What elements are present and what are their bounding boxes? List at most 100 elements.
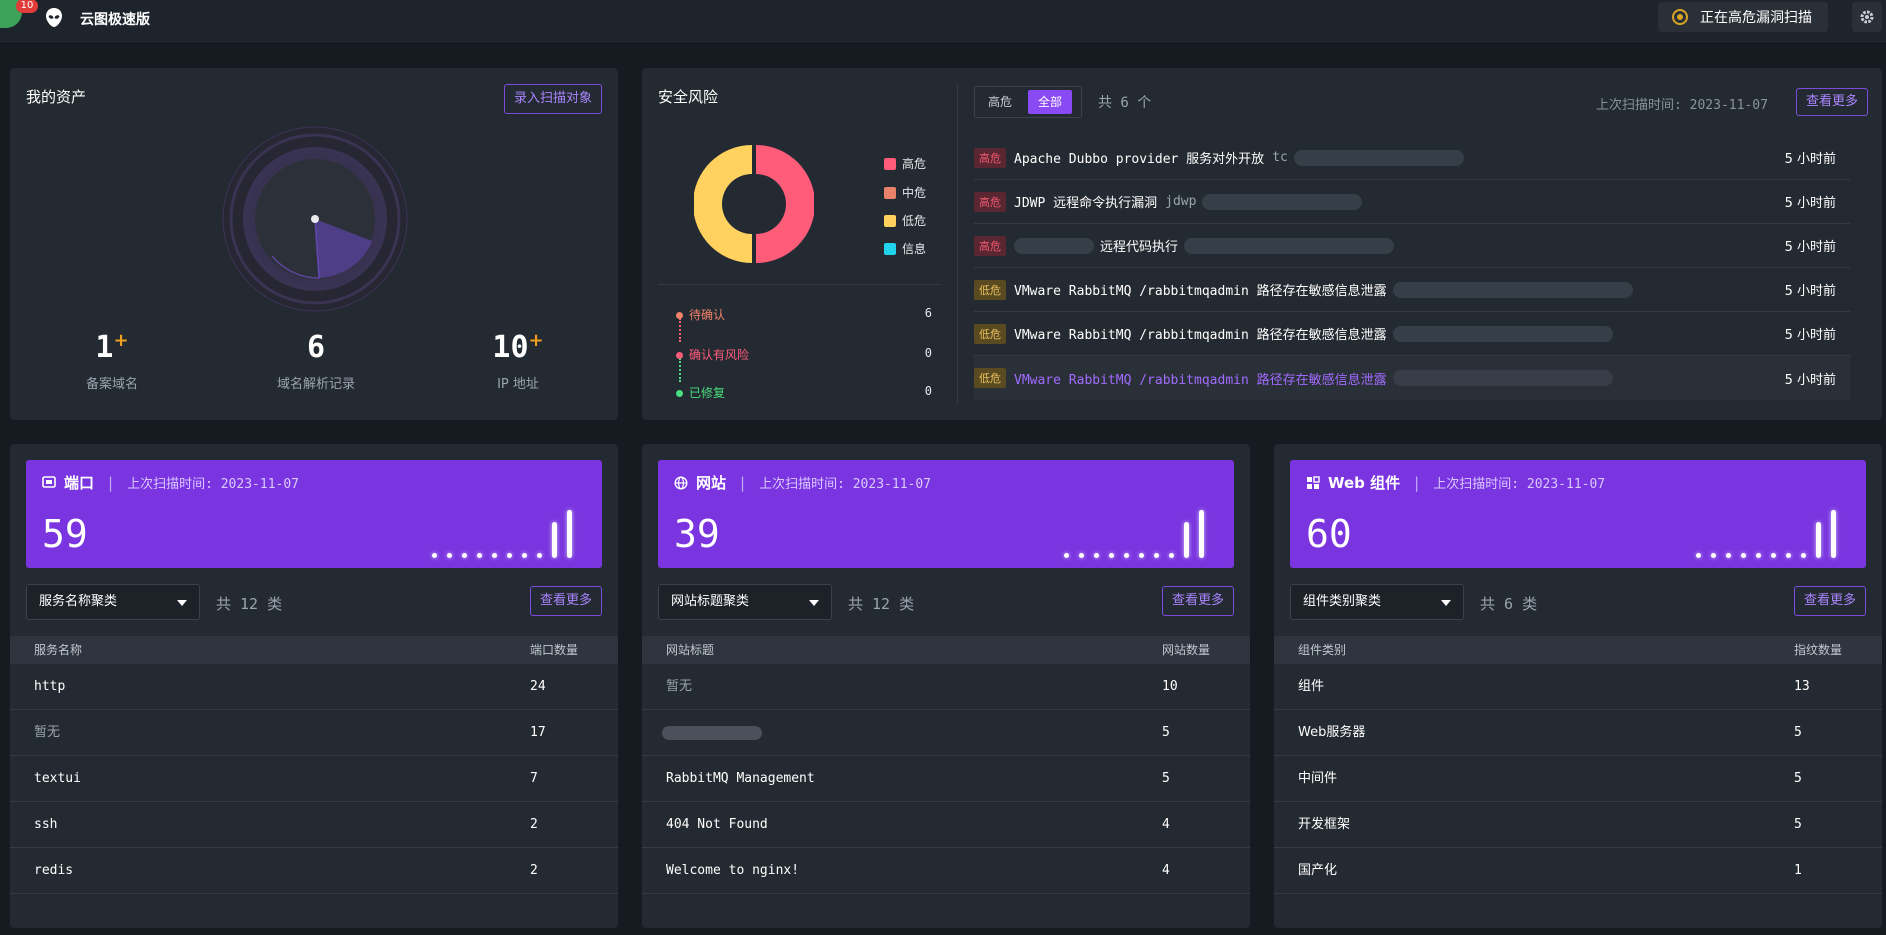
- port-more-button[interactable]: 查看更多: [530, 586, 602, 616]
- timeline-value: 0: [924, 384, 932, 398]
- table-row[interactable]: 5: [642, 710, 1250, 756]
- grid-icon: [1307, 475, 1320, 489]
- risk-level-tag: 低危: [974, 279, 1006, 300]
- risk-title: VMware RabbitMQ /rabbitmqadmin 路径存在敏感信息泄…: [1014, 328, 1387, 343]
- cell-name: Welcome to nginx!: [666, 863, 800, 878]
- scan-status-icon: [1672, 9, 1688, 25]
- cell-count: 5: [1794, 725, 1802, 740]
- table-row[interactable]: 中间件 5: [1274, 756, 1882, 802]
- table-row[interactable]: RabbitMQ Management 5: [642, 756, 1250, 802]
- component-group-select[interactable]: 组件类别聚类: [1290, 584, 1464, 620]
- trend-bar: [1726, 553, 1731, 558]
- table-row[interactable]: http 24: [10, 664, 618, 710]
- notification-badge[interactable]: 10: [16, 0, 38, 13]
- stat-filed-domains[interactable]: 1+ 备案域名: [32, 330, 192, 392]
- risk-row[interactable]: 高危 Apache Dubbo provider 服务对外开放 tc 5 小时前: [974, 136, 1850, 180]
- component-more-button[interactable]: 查看更多: [1794, 586, 1866, 616]
- trend-bar: [1184, 522, 1189, 558]
- timeline-item-pending[interactable]: 待确认 6: [676, 306, 932, 323]
- select-value: 网站标题聚类: [671, 594, 750, 609]
- trend-bar: [1696, 553, 1701, 558]
- risk-target: tc: [1272, 150, 1288, 165]
- column-header: 指纹数量: [1794, 643, 1843, 657]
- cell-name: textui: [34, 771, 81, 786]
- legend-item: 信息: [884, 240, 926, 257]
- website-table-header: 网站标题 网站数量: [642, 636, 1250, 664]
- add-scan-target-button[interactable]: 录入扫描对象: [504, 84, 602, 114]
- website-summary[interactable]: 网站 | 上次扫描时间: 2023-11-07 39: [658, 460, 1234, 568]
- risk-row[interactable]: 低危 VMware RabbitMQ /rabbitmqadmin 路径存在敏感…: [974, 356, 1850, 400]
- timeline-item-fixed[interactable]: 已修复 0: [676, 384, 932, 401]
- table-row[interactable]: 国产化 1: [1274, 848, 1882, 894]
- table-row[interactable]: 组件 13: [1274, 664, 1882, 710]
- redacted-target: [1392, 325, 1613, 342]
- table-row[interactable]: 404 Not Found 4: [642, 802, 1250, 848]
- table-row[interactable]: Web服务器 5: [1274, 710, 1882, 756]
- table-row[interactable]: textui 7: [10, 756, 618, 802]
- website-group-select[interactable]: 网站标题聚类: [658, 584, 832, 620]
- stat-value: 6: [306, 330, 326, 365]
- trend-sparkline: [1064, 510, 1204, 558]
- trend-bar: [1139, 553, 1144, 558]
- scan-status-button[interactable]: 正在高危漏洞扫描: [1658, 2, 1828, 32]
- web-component-summary[interactable]: Web 组件 | 上次扫描时间: 2023-11-07 60: [1290, 460, 1866, 568]
- tab-high[interactable]: 高危: [978, 90, 1022, 114]
- chevron-down-icon: [1441, 600, 1451, 606]
- risk-row[interactable]: 低危 VMware RabbitMQ /rabbitmqadmin 路径存在敏感…: [974, 312, 1850, 356]
- risk-row[interactable]: 高危 远程代码执行 5 小时前: [974, 224, 1850, 268]
- table-row[interactable]: 暂无 17: [10, 710, 618, 756]
- risk-row[interactable]: 低危 VMware RabbitMQ /rabbitmqadmin 路径存在敏感…: [974, 268, 1850, 312]
- port-summary[interactable]: 端口 | 上次扫描时间: 2023-11-07 59: [26, 460, 602, 568]
- settings-button[interactable]: [1852, 2, 1882, 32]
- cell-count: 5: [1794, 771, 1802, 786]
- cell-count: 4: [1162, 863, 1170, 878]
- component-table-header: 组件类别 指纹数量: [1274, 636, 1882, 664]
- column-header: 端口数量: [530, 643, 579, 657]
- gear-icon: [1860, 10, 1874, 24]
- trend-bar: [1756, 553, 1761, 558]
- risk-donut-chart: [694, 145, 814, 263]
- trend-bar: [537, 553, 542, 558]
- risk-level-tag: 低危: [974, 323, 1006, 344]
- timeline-dot: [676, 312, 683, 319]
- trend-bar: [432, 553, 437, 558]
- risk-row[interactable]: 高危 JDWP 远程命令执行漏洞 jdwp 5 小时前: [974, 180, 1850, 224]
- title-separator: |: [1414, 473, 1420, 492]
- table-row[interactable]: 暂无 10: [642, 664, 1250, 710]
- alien-logo-icon: [46, 8, 62, 27]
- tab-all[interactable]: 全部: [1028, 90, 1073, 114]
- globe-icon: [674, 475, 688, 490]
- trend-bar: [477, 553, 482, 558]
- legend-swatch: [884, 242, 896, 255]
- risk-title-link[interactable]: VMware RabbitMQ /rabbitmqadmin 路径存在敏感信息泄…: [1014, 369, 1387, 388]
- risk-more-button[interactable]: 查看更多: [1796, 88, 1868, 116]
- timeline-item-confirmed[interactable]: 确认有风险 0: [676, 346, 932, 363]
- website-more-button[interactable]: 查看更多: [1162, 586, 1234, 616]
- trend-bar: [1741, 553, 1746, 558]
- table-row[interactable]: 开发框架 5: [1274, 802, 1882, 848]
- trend-bar: [1816, 522, 1821, 558]
- risk-title: Apache Dubbo provider 服务对外开放: [1014, 152, 1265, 167]
- cell-count: 5: [1162, 771, 1170, 786]
- table-row[interactable]: ssh 2: [10, 802, 618, 848]
- stat-ip-addresses[interactable]: 10+ IP 地址: [438, 330, 598, 392]
- cell-count: 1: [1794, 863, 1802, 878]
- cell-name: 暂无: [34, 725, 61, 740]
- component-total: 共 6 类: [1480, 595, 1538, 613]
- trend-bar: [1169, 553, 1174, 558]
- table-row[interactable]: redis 2: [10, 848, 618, 894]
- cell-count: 2: [530, 817, 538, 832]
- cell-count: 13: [1794, 679, 1810, 694]
- legend-label: 高危: [902, 157, 927, 171]
- risk-total: 共 6 个: [1098, 95, 1152, 111]
- table-row[interactable]: Welcome to nginx! 4: [642, 848, 1250, 894]
- title-separator: |: [740, 473, 746, 492]
- trend-bar: [462, 553, 467, 558]
- stat-label: IP 地址: [497, 377, 539, 392]
- timeline-label: 确认有风险: [689, 348, 750, 362]
- cell-count: 5: [1162, 725, 1170, 740]
- stat-dns-records[interactable]: 6 域名解析记录: [236, 330, 396, 392]
- legend-swatch: [884, 214, 896, 227]
- column-header: 网站标题: [666, 643, 715, 657]
- port-group-select[interactable]: 服务名称聚类: [26, 584, 200, 620]
